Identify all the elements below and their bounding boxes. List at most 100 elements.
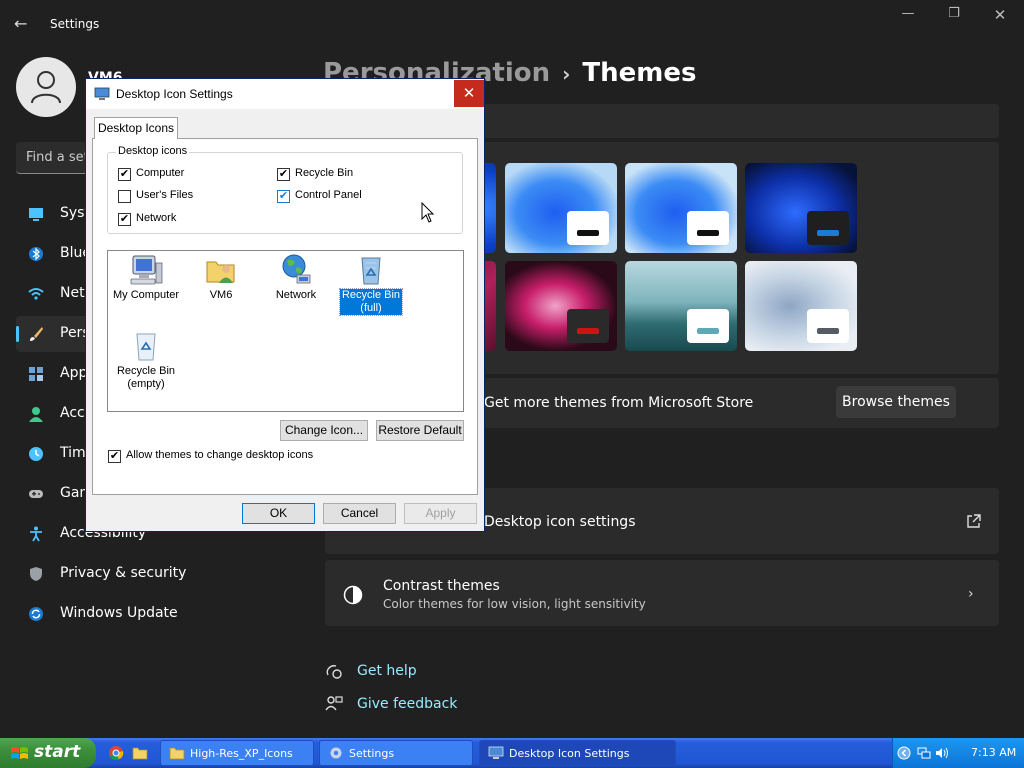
recycle-bin-checkbox[interactable]: ✔ bbox=[277, 168, 290, 181]
wifi-icon bbox=[28, 288, 44, 300]
checkbox-label: Computer bbox=[136, 167, 185, 179]
gamepad-icon bbox=[29, 490, 43, 498]
theme-accent-swatch bbox=[697, 328, 719, 334]
icon-label: Recycle Bin (full) bbox=[338, 288, 404, 316]
checkbox-label: Recycle Bin bbox=[295, 167, 354, 179]
give-feedback-link[interactable]: Give feedback bbox=[357, 696, 457, 712]
recycle-bin-empty-icon bbox=[136, 333, 156, 361]
control-panel-checkbox[interactable]: ✔ bbox=[277, 190, 290, 203]
desktop-icons-group: Desktop icons ✔ Computer ✔ Recycle Bin U… bbox=[107, 145, 463, 234]
taskbar-item-desktop-icon-settings[interactable]: Desktop Icon Settings bbox=[479, 740, 676, 766]
desktop-icon-settings-dialog: Desktop Icon Settings ✕ Desktop Icons De… bbox=[85, 78, 485, 532]
theme-thumbnail[interactable] bbox=[625, 261, 737, 351]
user-avatar[interactable] bbox=[16, 57, 76, 117]
list-item-recycle-bin-full[interactable]: Recycle Bin (full) bbox=[333, 253, 409, 321]
dialog-titlebar[interactable]: Desktop Icon Settings ✕ bbox=[86, 79, 484, 109]
breadcrumb-chevron-icon: › bbox=[562, 62, 571, 86]
tab-desktop-icons[interactable]: Desktop Icons bbox=[94, 117, 178, 139]
settings-titlebar: ← Settings — ❐ ✕ bbox=[0, 0, 1024, 48]
store-text: Get more themes from Microsoft Store bbox=[484, 395, 754, 411]
list-item-my-computer[interactable]: My Computer bbox=[108, 253, 184, 321]
sidebar-item-privacy[interactable]: Privacy & security bbox=[16, 556, 306, 592]
close-button[interactable]: ✕ bbox=[980, 6, 1020, 28]
recycle-bin-full-icon bbox=[361, 257, 381, 285]
list-item-recycle-bin-empty[interactable]: Recycle Bin (empty) bbox=[108, 329, 184, 397]
sidebar-item-windows-update[interactable]: Windows Update bbox=[16, 596, 306, 632]
chrome-icon[interactable] bbox=[108, 745, 124, 761]
apps-icon bbox=[29, 367, 43, 381]
start-button[interactable]: start bbox=[0, 738, 96, 768]
app-title: Settings bbox=[50, 17, 100, 31]
icon-label: My Computer bbox=[112, 289, 180, 301]
folder-icon bbox=[169, 747, 185, 760]
chevron-right-icon: › bbox=[968, 586, 974, 602]
ok-button[interactable]: OK bbox=[242, 503, 315, 524]
tray-expand-icon[interactable] bbox=[897, 746, 911, 760]
restore-default-button[interactable]: Restore Default bbox=[376, 420, 464, 441]
person-icon bbox=[29, 407, 43, 422]
icon-label: Network bbox=[275, 289, 317, 301]
theme-thumbnail[interactable] bbox=[745, 261, 857, 351]
icon-label: VM6 bbox=[209, 289, 233, 301]
theme-accent-swatch bbox=[577, 230, 599, 236]
list-item-network[interactable]: Network bbox=[258, 253, 334, 321]
maximize-button[interactable]: ❐ bbox=[934, 6, 974, 28]
display-icon bbox=[29, 208, 43, 221]
theme-thumbnail[interactable] bbox=[745, 163, 857, 253]
feedback-icon bbox=[325, 696, 343, 711]
file-explorer-icon[interactable] bbox=[132, 745, 148, 761]
volume-icon[interactable] bbox=[935, 746, 949, 760]
taskbar-item-label: High-Res_XP_Icons bbox=[190, 747, 293, 760]
network-checkbox[interactable]: ✔ bbox=[118, 213, 131, 226]
network-status-icon[interactable] bbox=[917, 746, 931, 760]
theme-color-badge bbox=[567, 309, 609, 343]
taskbar-item-settings[interactable]: Settings bbox=[319, 740, 473, 766]
theme-accent-swatch bbox=[817, 328, 839, 334]
icon-list[interactable]: My Computer VM6 Network Recycle Bin (ful… bbox=[107, 250, 464, 412]
contrast-themes-title: Contrast themes bbox=[383, 578, 500, 594]
contrast-themes-subtitle: Color themes for low vision, light sensi… bbox=[383, 597, 646, 611]
checkbox-label: Network bbox=[136, 212, 177, 224]
allow-themes-checkbox[interactable]: ✔ bbox=[108, 450, 121, 463]
taskbar: start High-Res_XP_Icons Settings Desktop… bbox=[0, 738, 1024, 768]
computer-checkbox[interactable]: ✔ bbox=[118, 168, 131, 181]
apply-button[interactable]: Apply bbox=[404, 503, 477, 524]
change-icon-button[interactable]: Change Icon... bbox=[280, 420, 368, 441]
theme-thumbnail[interactable] bbox=[505, 163, 617, 253]
dialog-body: Desktop Icons Desktop icons ✔ Computer ✔… bbox=[86, 109, 484, 531]
start-label: start bbox=[34, 742, 81, 762]
taskbar-item-explorer[interactable]: High-Res_XP_Icons bbox=[160, 740, 314, 766]
dialog-title: Desktop Icon Settings bbox=[116, 87, 233, 101]
checkbox-label: User's Files bbox=[136, 189, 194, 201]
open-external-icon bbox=[967, 514, 981, 528]
theme-color-badge bbox=[687, 211, 729, 245]
theme-color-badge bbox=[807, 309, 849, 343]
theme-color-badge bbox=[687, 309, 729, 343]
desktop-monitor-icon bbox=[488, 746, 504, 759]
browse-themes-button[interactable]: Browse themes bbox=[836, 386, 956, 418]
clock[interactable]: 7:13 AM bbox=[971, 746, 1016, 759]
theme-color-badge bbox=[807, 211, 849, 245]
shield-icon bbox=[30, 567, 42, 581]
allow-themes-checkbox-row[interactable]: ✔ Allow themes to change desktop icons bbox=[108, 449, 348, 465]
bluetooth-icon bbox=[29, 247, 43, 261]
brush-icon bbox=[30, 327, 43, 341]
users-files-checkbox[interactable] bbox=[118, 190, 131, 203]
dialog-close-button[interactable]: ✕ bbox=[454, 80, 484, 107]
network-globe-icon bbox=[282, 254, 311, 284]
desktop-monitor-icon bbox=[94, 87, 110, 100]
theme-thumbnail[interactable] bbox=[625, 163, 737, 253]
cancel-button[interactable]: Cancel bbox=[323, 503, 396, 524]
update-icon bbox=[29, 607, 43, 621]
list-item-user-files[interactable]: VM6 bbox=[183, 253, 259, 321]
clock-globe-icon bbox=[29, 447, 43, 461]
windows-flag-icon bbox=[11, 747, 28, 759]
get-help-link[interactable]: Get help bbox=[357, 663, 417, 679]
group-label: Desktop icons bbox=[116, 145, 190, 157]
minimize-button[interactable]: — bbox=[888, 6, 928, 28]
back-arrow-icon[interactable]: ← bbox=[14, 14, 34, 34]
contrast-icon bbox=[343, 585, 363, 605]
tab-panel: Desktop icons ✔ Computer ✔ Recycle Bin U… bbox=[92, 138, 478, 495]
theme-thumbnail[interactable] bbox=[505, 261, 617, 351]
help-icon bbox=[326, 665, 342, 679]
